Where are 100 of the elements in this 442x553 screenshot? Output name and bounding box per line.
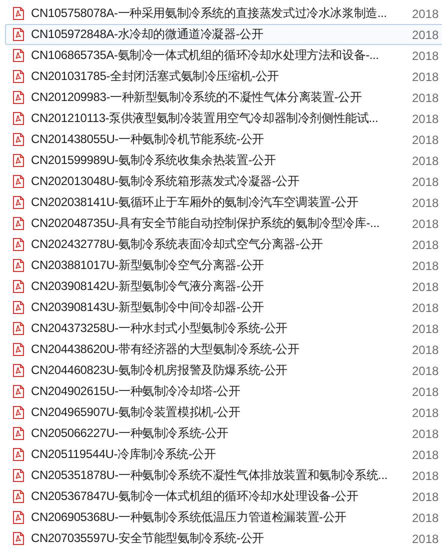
pdf-file-icon: [13, 238, 24, 251]
file-row[interactable]: CN201599989U-氨制冷系统收集余热装置-公开 2018: [5, 150, 442, 171]
file-name: CN106865735A-氨制冷一体式机组的循环冷却水处理方法和设备-...: [31, 47, 380, 64]
pdf-file-icon: [13, 427, 24, 440]
file-row[interactable]: CN205066227U-一种氨制冷系统-公开 2018: [5, 423, 442, 444]
pdf-file-icon: [13, 511, 24, 524]
date-modified: 2018: [412, 490, 439, 504]
date-modified: 2018: [412, 342, 439, 356]
file-row[interactable]: CN207035597U-安全节能型氨制冷系统-公开 2018: [5, 528, 442, 549]
file-name: CN205367847U-氨制冷一体式机组的循环冷却水处理设备-公开: [31, 488, 360, 505]
date-modified: 2018: [412, 6, 439, 20]
file-row[interactable]: CN106865735A-氨制冷一体式机组的循环冷却水处理方法和设备-... 2018: [5, 45, 442, 66]
file-row[interactable]: CN203908142U-新型氨制冷气液分离器-公开 2018: [5, 276, 442, 297]
pdf-file-icon: [13, 196, 24, 209]
file-name: CN204902615U-一种氨制冷冷却塔-公开: [31, 383, 242, 400]
file-row[interactable]: CN105972848A-水冷却的微通道冷凝器-公开 2018: [5, 24, 442, 45]
date-modified: 2018: [412, 532, 439, 546]
date-modified: 2018: [412, 154, 439, 168]
pdf-file-icon: [13, 154, 24, 167]
date-modified: 2018: [412, 174, 439, 188]
file-row[interactable]: CN105758078A-一种采用氨制冷系统的直接蒸发式过冷水冰浆制造... 2018: [5, 3, 442, 24]
file-row[interactable]: CN202038141U-氨循环止于车厢外的氨制冷汽车空调装置-公开 2018: [5, 192, 442, 213]
date-modified: 2018: [412, 238, 439, 252]
file-name: CN201438055U-一种氨制冷机节能系统-公开: [31, 131, 265, 148]
pdf-file-icon: [13, 217, 24, 230]
file-name: CN202432778U-氨制冷系统表面冷却式空气分离器-公开: [31, 236, 324, 253]
file-name: CN105758078A-一种采用氨制冷系统的直接蒸发式过冷水冰浆制造...: [31, 5, 388, 22]
file-name: CN206905368U-一种氨制冷系统低温压力管道检漏装置-公开: [31, 509, 348, 526]
date-modified: 2018: [412, 196, 439, 210]
date-modified: 2018: [412, 384, 439, 398]
file-name: CN205119544U-冷库制冷系统-公开: [31, 446, 217, 463]
date-modified: 2018: [412, 216, 439, 230]
file-name: CN202048735U-具有安全节能自动控制保护系统的氨制冷型冷库-...: [31, 215, 380, 232]
file-name: CN205351878U-一种氨制冷系统不凝性气体排放装置和氨制冷系统...: [31, 467, 388, 484]
file-name: CN202038141U-氨循环止于车厢外的氨制冷汽车空调装置-公开: [31, 194, 360, 211]
file-name: CN105972848A-水冷却的微通道冷凝器-公开: [31, 26, 264, 43]
file-name: CN204438620U-带有经济器的大型氨制冷系统-公开: [31, 341, 300, 358]
file-name: CN203908143U-新型氨制冷中间冷却器-公开: [31, 299, 265, 316]
file-name: CN203908142U-新型氨制冷气液分离器-公开: [31, 278, 265, 295]
date-modified: 2018: [412, 258, 439, 272]
pdf-file-icon: [13, 49, 24, 62]
pdf-file-icon: [13, 70, 24, 83]
file-row[interactable]: CN204373258U-一种水封式小型氨制冷系统-公开 2018: [5, 318, 442, 339]
file-name: CN204965907U-氨制冷装置模拟机-公开: [31, 404, 242, 421]
file-row[interactable]: CN203908143U-新型氨制冷中间冷却器-公开 2018: [5, 297, 442, 318]
pdf-file-icon: [13, 91, 24, 104]
file-row[interactable]: CN205119544U-冷库制冷系统-公开 2018: [5, 444, 442, 465]
date-modified: 2018: [412, 364, 439, 378]
file-name: CN204460823U-氨制冷机房报警及防爆系统-公开: [31, 362, 288, 379]
pdf-file-icon: [13, 448, 24, 461]
date-modified: 2018: [412, 300, 439, 314]
pdf-file-icon: [13, 301, 24, 314]
date-modified: 2018: [412, 280, 439, 294]
file-row[interactable]: CN201210113-泵供液型氨制冷装置用空气冷却器制冷剂侧性能试... 2018: [5, 108, 442, 129]
date-modified: 2018: [412, 112, 439, 126]
file-row[interactable]: CN203881017U-新型氨制冷空气分离器-公开 2018: [5, 255, 442, 276]
file-row[interactable]: CN204902615U-一种氨制冷冷却塔-公开 2018: [5, 381, 442, 402]
pdf-file-icon: [13, 322, 24, 335]
file-row[interactable]: CN204460823U-氨制冷机房报警及防爆系统-公开 2018: [5, 360, 442, 381]
file-row[interactable]: CN201438055U-一种氨制冷机节能系统-公开 2018: [5, 129, 442, 150]
pdf-file-icon: [13, 469, 24, 482]
file-name: CN204373258U-一种水封式小型氨制冷系统-公开: [31, 320, 288, 337]
date-modified: 2018: [412, 448, 439, 462]
pdf-file-icon: [13, 364, 24, 377]
file-row[interactable]: CN205367847U-氨制冷一体式机组的循环冷却水处理设备-公开 2018: [5, 486, 442, 507]
pdf-file-icon: [13, 112, 24, 125]
file-row[interactable]: CN204965907U-氨制冷装置模拟机-公开 2018: [5, 402, 442, 423]
file-name: CN202013048U-氨制冷系统箱形蒸发式冷凝器-公开: [31, 173, 300, 190]
file-row[interactable]: CN202432778U-氨制冷系统表面冷却式空气分离器-公开 2018: [5, 234, 442, 255]
file-row[interactable]: CN201209983-一种新型氨制冷系统的不凝性气体分离装置-公开 2018: [5, 87, 442, 108]
pdf-file-icon: [13, 259, 24, 272]
date-modified: 2018: [412, 90, 439, 104]
file-row[interactable]: CN201031785-全封闭活塞式氨制冷压缩机-公开 2018: [5, 66, 442, 87]
date-modified: 2018: [412, 468, 439, 482]
pdf-file-icon: [13, 406, 24, 419]
date-modified: 2018: [412, 70, 439, 84]
file-name: CN201210113-泵供液型氨制冷装置用空气冷却器制冷剂侧性能试...: [31, 110, 380, 127]
date-modified: 2018: [412, 28, 439, 42]
file-row[interactable]: CN202048735U-具有安全节能自动控制保护系统的氨制冷型冷库-... 2018: [5, 213, 442, 234]
date-modified: 2018: [412, 48, 439, 62]
file-row[interactable]: CN205351878U-一种氨制冷系统不凝性气体排放装置和氨制冷系统... 2018: [5, 465, 442, 486]
date-modified: 2018: [412, 132, 439, 146]
pdf-file-icon: [13, 385, 24, 398]
file-name: CN207035597U-安全节能型氨制冷系统-公开: [31, 530, 265, 547]
file-name: CN203881017U-新型氨制冷空气分离器-公开: [31, 257, 265, 274]
date-modified: 2018: [412, 406, 439, 420]
pdf-file-icon: [13, 343, 24, 356]
file-row[interactable]: CN202013048U-氨制冷系统箱形蒸发式冷凝器-公开 2018: [5, 171, 442, 192]
pdf-file-icon: [13, 133, 24, 146]
file-row[interactable]: CN206905368U-一种氨制冷系统低温压力管道检漏装置-公开 2018: [5, 507, 442, 528]
file-name: CN201031785-全封闭活塞式氨制冷压缩机-公开: [31, 68, 280, 85]
pdf-file-icon: [13, 532, 24, 545]
file-row[interactable]: CN204438620U-带有经济器的大型氨制冷系统-公开 2018: [5, 339, 442, 360]
file-name: CN201599989U-氨制冷系统收集余热装置-公开: [31, 152, 277, 169]
pdf-file-icon: [13, 490, 24, 503]
pdf-file-icon: [13, 28, 24, 41]
date-modified: 2018: [412, 510, 439, 524]
date-modified: 2018: [412, 426, 439, 440]
pdf-file-icon: [13, 280, 24, 293]
pdf-file-icon: [13, 7, 24, 20]
